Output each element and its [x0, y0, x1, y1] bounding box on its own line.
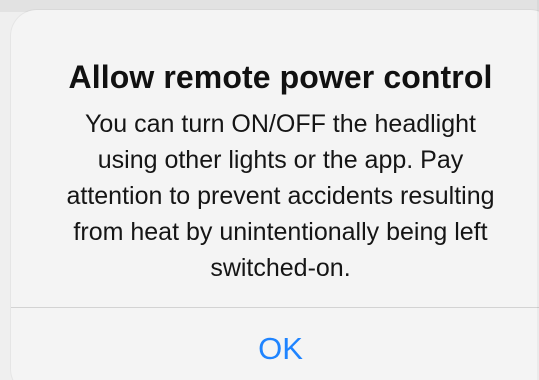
alert-dialog: Allow remote power control You can turn … — [11, 10, 539, 380]
screen-backdrop: Allow remote power control You can turn … — [0, 0, 539, 380]
alert-message: You can turn ON/OFF the headlight using … — [51, 106, 510, 286]
ok-button[interactable]: OK — [11, 308, 539, 380]
message-line: from heat by unintentionally being left — [73, 218, 488, 246]
message-line: using other lights or the app. Pay — [97, 146, 464, 174]
message-line: attention to prevent accidents resulting — [66, 182, 495, 210]
message-line: You can turn ON/OFF the headlight — [85, 110, 476, 138]
message-line: switched-on. — [210, 254, 351, 282]
alert-title: Allow remote power control — [68, 59, 493, 95]
alert-content: Allow remote power control You can turn … — [11, 10, 539, 296]
